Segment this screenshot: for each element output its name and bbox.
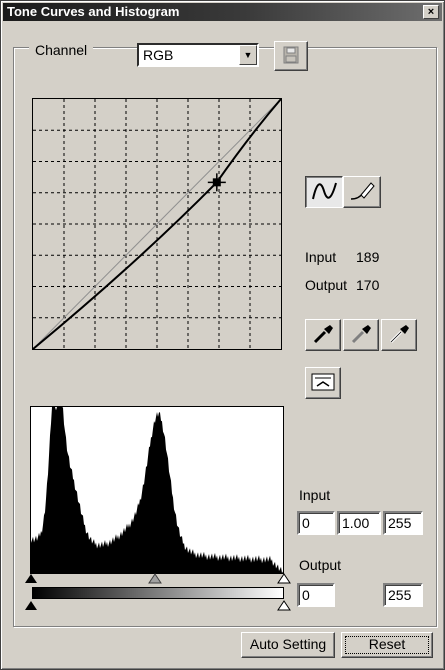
channel-select-value: RGB [143, 47, 174, 63]
title-bar: Tone Curves and Histogram × [3, 3, 442, 21]
black-point-dropper-button[interactable] [305, 319, 341, 351]
curve-output-value: 170 [356, 277, 380, 293]
save-curve-button[interactable] [274, 41, 308, 71]
input-white-slider[interactable] [277, 573, 291, 584]
curve-output-label: Output [305, 277, 348, 293]
tone-curve-canvas[interactable] [32, 98, 282, 350]
black-point-dropper-icon [313, 325, 333, 344]
output-white-field[interactable]: 255 [383, 583, 423, 607]
output-black-slider[interactable] [25, 601, 37, 610]
freehand-pencil-button[interactable] [343, 176, 381, 208]
input-level-sliders[interactable] [23, 573, 295, 587]
input-black-slider[interactable] [25, 574, 37, 583]
curve-input-value: 189 [356, 249, 380, 265]
white-point-dropper-button[interactable] [381, 319, 417, 351]
histogram [30, 406, 284, 574]
curve-mode-icon [312, 182, 337, 200]
output-gradient-bar [32, 587, 284, 599]
reset-button[interactable]: Reset [341, 632, 433, 658]
input-gamma-field[interactable]: 1.00 [337, 511, 381, 535]
freehand-pencil-icon [350, 182, 375, 200]
output-white-slider[interactable] [277, 600, 291, 611]
gray-point-dropper-button[interactable] [343, 319, 379, 351]
tone-curves-window: Tone Curves and Histogram × Channel RGB … [0, 0, 445, 670]
gray-point-dropper-icon [351, 325, 371, 344]
histogram-bars [31, 407, 283, 573]
histogram-canvas [31, 407, 283, 573]
input-gamma-slider[interactable] [148, 573, 162, 584]
curve-mode-button[interactable] [305, 176, 343, 208]
output-black-field[interactable]: 0 [297, 583, 335, 607]
save-curve-icon [283, 46, 299, 64]
levels-output-label: Output [299, 557, 342, 573]
tone-curve-graph[interactable] [32, 98, 282, 350]
white-point-dropper-icon [389, 325, 409, 344]
levels-input-label: Input [299, 487, 331, 503]
window-title: Tone Curves and Histogram [7, 4, 180, 19]
reset-curve-button[interactable] [305, 367, 341, 399]
auto-setting-button[interactable]: Auto Setting [241, 632, 335, 658]
curve-input-label: Input [305, 249, 337, 265]
output-level-sliders[interactable] [23, 599, 295, 613]
input-white-field[interactable]: 255 [383, 511, 423, 535]
channel-select[interactable]: RGB ▼ [137, 43, 259, 67]
input-black-field[interactable]: 0 [297, 511, 335, 535]
channel-label: Channel [29, 42, 94, 58]
chevron-down-icon[interactable]: ▼ [239, 45, 257, 65]
reset-curve-icon [311, 373, 335, 391]
close-icon[interactable]: × [423, 5, 439, 19]
